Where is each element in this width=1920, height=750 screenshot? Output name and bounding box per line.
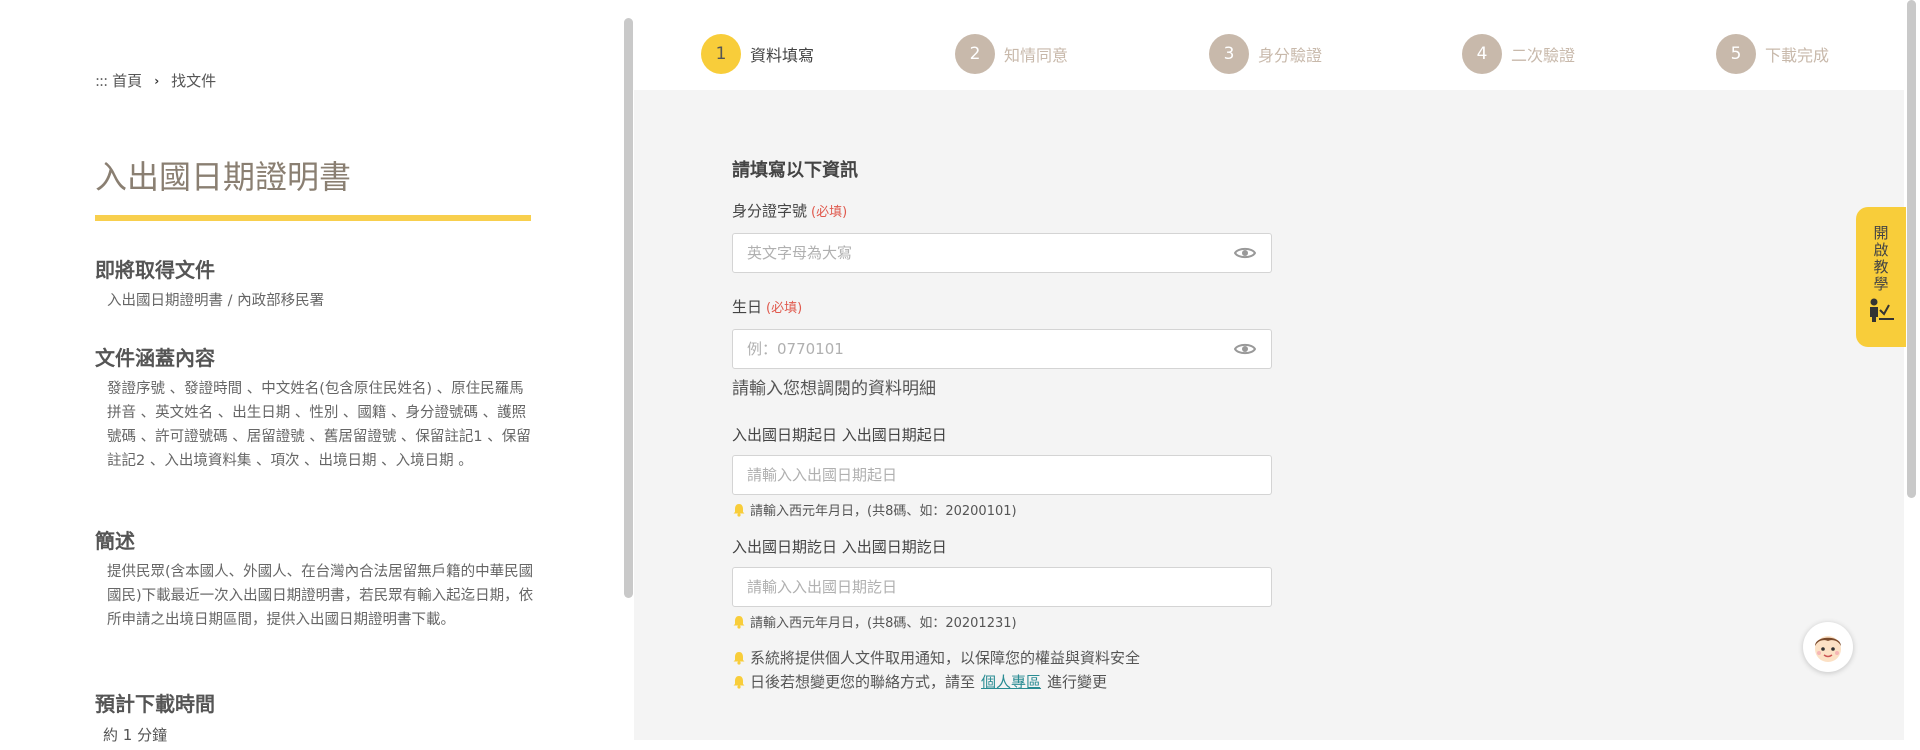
bell-icon bbox=[732, 651, 746, 665]
section-heading: 簡述 bbox=[95, 529, 135, 553]
id-input[interactable] bbox=[747, 244, 1233, 262]
section-heading: 即將取得文件 bbox=[95, 258, 215, 282]
notice-contact: 日後若想變更您的聯絡方式，請至 個人專區 進行變更 bbox=[732, 671, 1107, 692]
required-mark: (必填) bbox=[811, 205, 848, 220]
section-text: 發證序號 、發證時間 、中文姓名(包含原住民姓名) 、原住民羅馬拼音 、英文姓名… bbox=[107, 381, 531, 469]
notice-privacy: 系統將提供個人文件取用通知，以保障您的權益與資料安全 bbox=[732, 647, 1140, 668]
birth-input[interactable] bbox=[747, 340, 1233, 358]
section-coverage: 文件涵蓋內容 發證序號 、發證時間 、中文姓名(包含原住民姓名) 、原住民羅馬拼… bbox=[95, 342, 535, 473]
step-3: 3 身分驗證 bbox=[1209, 34, 1322, 74]
step-label: 二次驗證 bbox=[1511, 46, 1576, 65]
hint-text: 請輸入西元年月日，(共8碼、如：20200101) bbox=[750, 504, 1017, 519]
data-entry-form: 請填寫以下資訊 身分證字號(必填) 生日(必填) 請輸入您想調閱的資料明細 bbox=[732, 156, 1272, 691]
breadcrumb: ::: 首頁 › 找文件 bbox=[95, 70, 216, 91]
start-date-hint: 請輸入西元年月日，(共8碼、如：20200101) bbox=[732, 500, 1017, 519]
section-download-time: 預計下載時間 約 1 分鐘 bbox=[95, 688, 535, 747]
section-heading: 文件涵蓋內容 bbox=[95, 346, 215, 370]
open-tutorial-button[interactable]: 開啟教學 bbox=[1856, 207, 1906, 347]
step-number: 1 bbox=[701, 34, 741, 74]
eye-icon[interactable] bbox=[1233, 245, 1257, 261]
left-scrollbar[interactable] bbox=[624, 18, 633, 598]
form-heading: 請填寫以下資訊 bbox=[732, 160, 858, 181]
notice-text: 系統將提供個人文件取用通知，以保障您的權益與資料安全 bbox=[750, 649, 1141, 667]
eye-icon[interactable] bbox=[1233, 341, 1257, 357]
step-label: 身分驗證 bbox=[1258, 46, 1323, 65]
section-text: 提供民眾(含本國人、外國人、在台灣內合法居留無戶籍的中華民國國民)下載最近一次入… bbox=[107, 564, 534, 628]
birth-label: 生日 (必填) bbox=[732, 296, 802, 317]
end-date-input[interactable] bbox=[747, 578, 1257, 596]
step-4: 4 二次驗證 bbox=[1462, 34, 1575, 74]
form-area: 請填寫以下資訊 身分證字號(必填) 生日(必填) 請輸入您想調閱的資料明細 bbox=[634, 90, 1904, 740]
step-label: 知情同意 bbox=[1004, 46, 1069, 65]
tutorial-label: 開啟教學 bbox=[1871, 225, 1890, 293]
birth-label-text: 生日 bbox=[732, 298, 763, 316]
section-summary: 簡述 提供民眾(含本國人、外國人、在台灣內合法居留無戶籍的中華民國國民)下載最近… bbox=[95, 525, 535, 632]
scrollbar-thumb[interactable] bbox=[1907, 0, 1916, 498]
notice-text: 日後若想變更您的聯絡方式，請至 bbox=[750, 673, 976, 691]
end-date-field bbox=[732, 567, 1272, 607]
step-number: 4 bbox=[1462, 34, 1502, 74]
title-underline bbox=[95, 215, 531, 221]
detail-subheading: 請輸入您想調閱的資料明細 bbox=[732, 379, 936, 399]
section-heading: 預計下載時間 bbox=[95, 692, 215, 716]
start-date-field bbox=[732, 455, 1272, 495]
step-2: 2 知情同意 bbox=[955, 34, 1068, 74]
bell-icon bbox=[732, 503, 746, 517]
start-date-label: 入出國日期起日 入出國日期起日 bbox=[732, 426, 947, 444]
step-label: 資料填寫 bbox=[750, 46, 815, 65]
personal-area-link[interactable]: 個人專區 bbox=[981, 671, 1041, 692]
bell-icon bbox=[732, 675, 746, 689]
robot-avatar-icon bbox=[1815, 636, 1841, 662]
breadcrumb-current: 找文件 bbox=[171, 72, 217, 90]
id-label-text: 身分證字號 bbox=[732, 202, 808, 220]
page-title: 入出國日期證明書 bbox=[95, 158, 352, 196]
section-obtain: 即將取得文件 入出國日期證明書 / 內政部移民署 bbox=[95, 254, 535, 313]
step-number: 2 bbox=[955, 34, 995, 74]
form-panel: 1 資料填寫 2 知情同意 3 身分驗證 4 二次驗證 5 下載完成 請填寫以下… bbox=[634, 0, 1920, 750]
required-mark: (必填) bbox=[766, 301, 803, 316]
chevron-right-icon: › bbox=[154, 73, 160, 88]
bell-icon bbox=[732, 615, 746, 629]
document-info-panel: ::: 首頁 › 找文件 入出國日期證明書 即將取得文件 入出國日期證明書 / … bbox=[0, 0, 634, 750]
breadcrumb-anchor[interactable]: ::: bbox=[95, 72, 108, 90]
right-scrollbar[interactable] bbox=[1904, 0, 1920, 750]
step-1: 1 資料填寫 bbox=[701, 34, 814, 74]
section-text: 約 1 分鐘 bbox=[103, 726, 168, 744]
breadcrumb-home-link[interactable]: 首頁 bbox=[112, 70, 142, 91]
start-date-input[interactable] bbox=[747, 466, 1257, 484]
notice-text: 進行變更 bbox=[1047, 673, 1108, 691]
step-label: 下載完成 bbox=[1765, 46, 1830, 65]
end-date-label: 入出國日期訖日 入出國日期訖日 bbox=[732, 538, 947, 556]
step-5: 5 下載完成 bbox=[1716, 34, 1829, 74]
chatbot-avatar-button[interactable] bbox=[1803, 622, 1853, 672]
teacher-icon bbox=[1867, 297, 1895, 327]
hint-text: 請輸入西元年月日，(共8碼、如：20201231) bbox=[750, 616, 1017, 631]
progress-steps: 1 資料填寫 2 知情同意 3 身分驗證 4 二次驗證 5 下載完成 bbox=[634, 0, 1904, 90]
id-field bbox=[732, 233, 1272, 273]
step-number: 5 bbox=[1716, 34, 1756, 74]
birth-field bbox=[732, 329, 1272, 369]
step-number: 3 bbox=[1209, 34, 1249, 74]
section-text: 入出國日期證明書 / 內政部移民署 bbox=[107, 293, 325, 309]
id-label: 身分證字號 (必填) bbox=[732, 200, 847, 221]
end-date-hint: 請輸入西元年月日，(共8碼、如：20201231) bbox=[732, 612, 1017, 631]
